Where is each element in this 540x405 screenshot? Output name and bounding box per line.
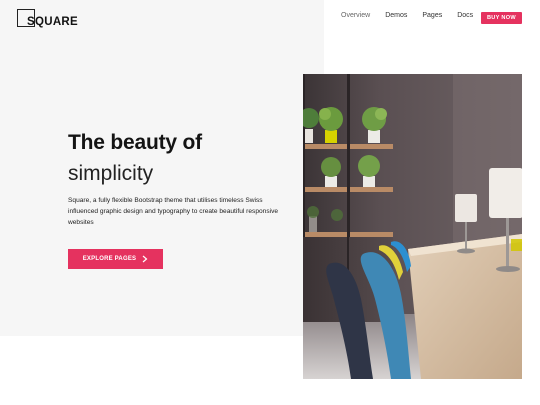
hero-title-line2: simplicity — [68, 162, 154, 185]
buy-now-button[interactable]: BUY NOW — [481, 12, 522, 24]
brand-logo[interactable]: SQUARE — [17, 9, 78, 29]
hero-description: Square, a fully flexible Bootstrap theme… — [68, 197, 279, 226]
nav-item-demos[interactable]: Demos — [385, 12, 407, 19]
explore-pages-button[interactable]: EXPLORE PAGES — [68, 249, 163, 269]
hero-title-line1: The beauty of — [68, 131, 202, 154]
brand-name: SQUARE — [27, 16, 79, 28]
nav-item-overview[interactable]: Overview — [341, 12, 370, 19]
hero-photo — [303, 74, 522, 379]
chevron-right-icon — [142, 255, 148, 263]
nav-item-docs[interactable]: Docs — [457, 12, 473, 19]
hero-background — [0, 0, 324, 336]
nav-item-pages[interactable]: Pages — [422, 12, 442, 19]
explore-pages-label: EXPLORE PAGES — [82, 256, 137, 262]
main-nav: Overview Demos Pages Docs — [341, 12, 488, 19]
